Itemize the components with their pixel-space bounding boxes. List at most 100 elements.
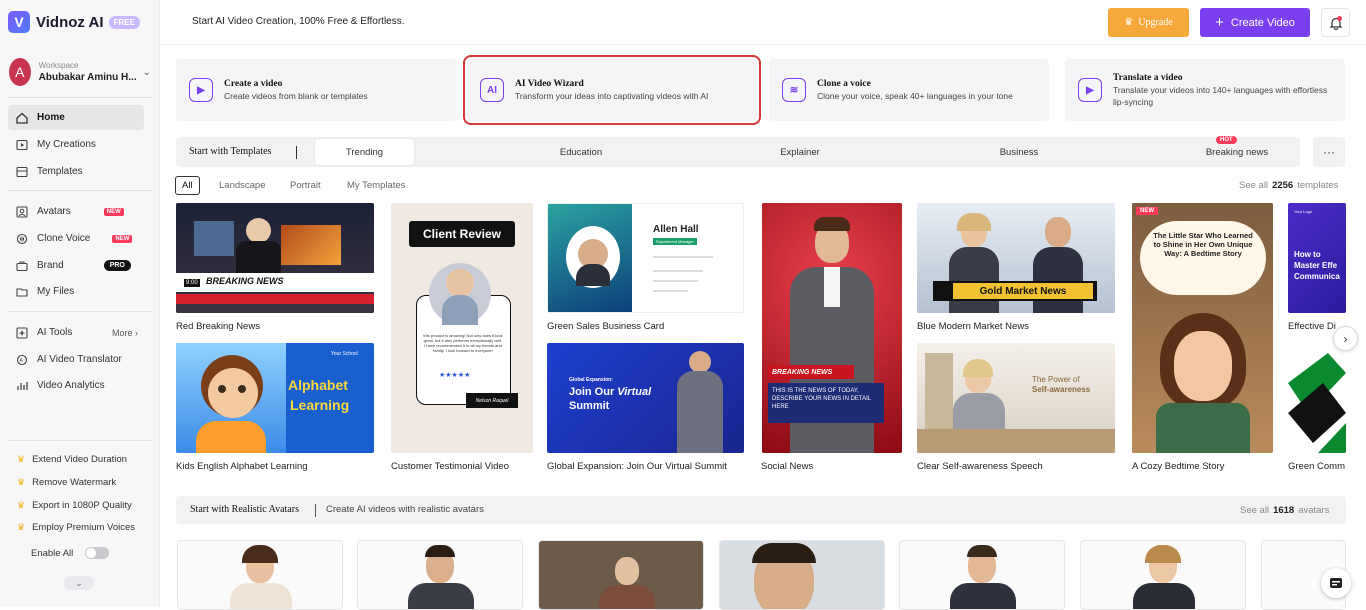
more-categories-button[interactable]: ··· <box>1313 137 1345 167</box>
avatars-section-header: Start with Realistic Avatars Create AI v… <box>176 496 1346 524</box>
folder-icon <box>16 286 28 298</box>
perk-remove-watermark[interactable]: ♛ Remove Watermark <box>17 477 116 488</box>
filter-portrait[interactable]: Portrait <box>290 180 321 191</box>
chat-support-icon[interactable] <box>1321 568 1351 598</box>
avatars-heading: Start with Realistic Avatars <box>190 504 299 515</box>
chevron-right-icon[interactable]: › <box>1333 326 1358 351</box>
template-caption: Kids English Alphabet Learning <box>176 461 308 472</box>
tagline: Start AI Video Creation, 100% Free & Eff… <box>192 16 405 27</box>
collapse-chevron-icon[interactable]: ⌄ <box>64 576 94 590</box>
template-social-news[interactable]: BREAKING NEWS THIS IS THE NEWS OF TODAY,… <box>762 203 902 453</box>
ai-tools-icon <box>16 326 28 339</box>
translate-video-icon: ▶ <box>1078 78 1102 102</box>
templates-icon <box>16 166 28 178</box>
template-customer-testimonial[interactable]: Client Review this product is amazing! N… <box>391 203 533 453</box>
divider <box>315 504 316 517</box>
avatar-card[interactable] <box>1080 540 1246 610</box>
divider <box>8 190 152 191</box>
svg-text:A: A <box>20 358 24 364</box>
nav-my-files[interactable]: My Files <box>8 279 144 304</box>
nav-templates-label: Templates <box>37 166 83 177</box>
perk-extend-duration[interactable]: ♛ Extend Video Duration <box>17 454 127 465</box>
nav-my-creations-label: My Creations <box>37 139 96 150</box>
free-badge: FREE <box>108 15 140 29</box>
workspace-switcher[interactable]: A Workspace Abubakar Aminu H... ⌄ <box>9 57 151 87</box>
nav-video-analytics-label: Video Analytics <box>37 380 105 391</box>
enable-all-label: Enable All <box>31 547 74 559</box>
tab-trending[interactable]: Trending <box>315 139 414 165</box>
perk-premium-voices[interactable]: ♛ Employ Premium Voices <box>17 522 135 533</box>
crown-icon: ♛ <box>1124 17 1134 28</box>
template-caption: Green Comm <box>1288 461 1346 472</box>
template-effective-di[interactable]: Your Logo How to Master Effe Communica <box>1288 203 1346 313</box>
translate-video-card[interactable]: ▶ Translate a video Translate your videos… <box>1065 59 1345 121</box>
create-video-card[interactable]: ▶ Create a video Create videos from blank… <box>176 59 456 121</box>
crown-icon: ♛ <box>17 522 26 532</box>
plus-icon: + <box>1215 14 1224 31</box>
enable-all-toggle[interactable] <box>85 547 110 559</box>
notification-bell-icon[interactable] <box>1321 8 1350 37</box>
avatar-card[interactable] <box>899 540 1065 610</box>
filter-landscape[interactable]: Landscape <box>219 180 265 191</box>
translate-icon: A <box>16 354 28 366</box>
nav-home[interactable]: Home <box>8 105 144 130</box>
template-kids-alphabet[interactable]: Your School Alphabet Learning <box>176 343 374 453</box>
nav-home-label: Home <box>37 112 65 123</box>
template-green-comm[interactable] <box>1288 343 1346 453</box>
divider <box>296 146 297 159</box>
see-all-templates-link[interactable]: See all 2256 templates <box>1239 180 1338 191</box>
filter-my-templates[interactable]: My Templates <box>347 180 405 191</box>
nav-my-creations[interactable]: My Creations <box>8 132 144 157</box>
nav-ai-video-translator-label: AI Video Translator <box>37 354 122 365</box>
workspace-name: Abubakar Aminu H... <box>38 72 137 83</box>
see-all-avatars-link[interactable]: See all 1618 avatars <box>1240 505 1329 516</box>
avatar-card[interactable] <box>357 540 523 610</box>
nav-avatars-label: Avatars <box>37 206 71 217</box>
nav-brand-label: Brand <box>37 260 64 271</box>
nav-templates[interactable]: Templates <box>8 159 144 184</box>
tab-breaking-news[interactable]: Breaking news <box>1187 139 1287 165</box>
filter-all[interactable]: All <box>175 176 200 195</box>
template-market-news[interactable]: Gold Market News <box>917 203 1115 313</box>
vidnoz-logo-icon: V <box>8 11 30 33</box>
avatar-card[interactable] <box>538 540 704 610</box>
divider <box>8 440 152 441</box>
nav-ai-tools[interactable]: AI Tools More › <box>8 320 144 345</box>
chevron-down-icon: ⌄ <box>142 66 151 78</box>
more-link[interactable]: More › <box>112 328 138 338</box>
ai-video-wizard-card[interactable]: AI AI Video Wizard Transform your ideas i… <box>463 55 761 125</box>
template-business-card[interactable]: Allen Hall Department Manager <box>547 203 744 313</box>
nav-brand[interactable]: Brand PRO <box>8 253 144 278</box>
create-video-icon: ▶ <box>189 78 213 102</box>
avatar-card[interactable] <box>719 540 885 610</box>
clone-voice-icon: ≋ <box>782 78 806 102</box>
notification-dot <box>1337 16 1342 21</box>
template-global-summit[interactable]: Global Expansion: Join Our Virtual Summi… <box>547 343 744 453</box>
nav-ai-video-translator[interactable]: A AI Video Translator <box>8 347 144 372</box>
tab-education[interactable]: Education <box>531 139 631 165</box>
template-self-awareness[interactable]: The Power of Self-awareness <box>917 343 1115 453</box>
templates-heading: Start with Templates <box>189 146 272 157</box>
briefcase-icon <box>16 260 28 272</box>
template-caption: Customer Testimonial Video <box>391 461 509 472</box>
home-icon <box>16 112 28 124</box>
perk-export-1080p[interactable]: ♛ Export in 1080P Quality <box>17 500 132 511</box>
avatar-card[interactable] <box>177 540 343 610</box>
upgrade-button[interactable]: ♛ Upgrade <box>1108 8 1189 37</box>
clone-voice-card[interactable]: ≋ Clone a voice Clone your voice, speak 4… <box>769 59 1049 121</box>
sidebar: V Vidnoz AI FREE A Workspace Abubakar Am… <box>0 0 160 607</box>
crown-icon: ♛ <box>17 500 26 510</box>
breaking-news-banner: BREAKING NEWS <box>206 276 284 286</box>
tab-business[interactable]: Business <box>969 139 1069 165</box>
template-caption: Social News <box>761 461 814 472</box>
brand-logo[interactable]: V Vidnoz AI FREE <box>8 11 140 33</box>
avatars-subtitle: Create AI videos with realistic avatars <box>326 504 484 515</box>
create-video-button[interactable]: + Create Video <box>1200 8 1310 37</box>
nav-avatars[interactable]: Avatars NEW <box>8 199 144 224</box>
template-caption: Clear Self-awareness Speech <box>917 461 1043 472</box>
nav-video-analytics[interactable]: Video Analytics <box>8 373 144 398</box>
template-red-breaking-news[interactable]: BREAKING NEWS 9:00 <box>176 203 374 313</box>
template-bedtime-story[interactable]: The Little Star Who Learned to Shine in … <box>1132 203 1273 453</box>
tab-explainer[interactable]: Explainer <box>750 139 850 165</box>
nav-clone-voice[interactable]: Clone Voice NEW <box>8 226 144 251</box>
